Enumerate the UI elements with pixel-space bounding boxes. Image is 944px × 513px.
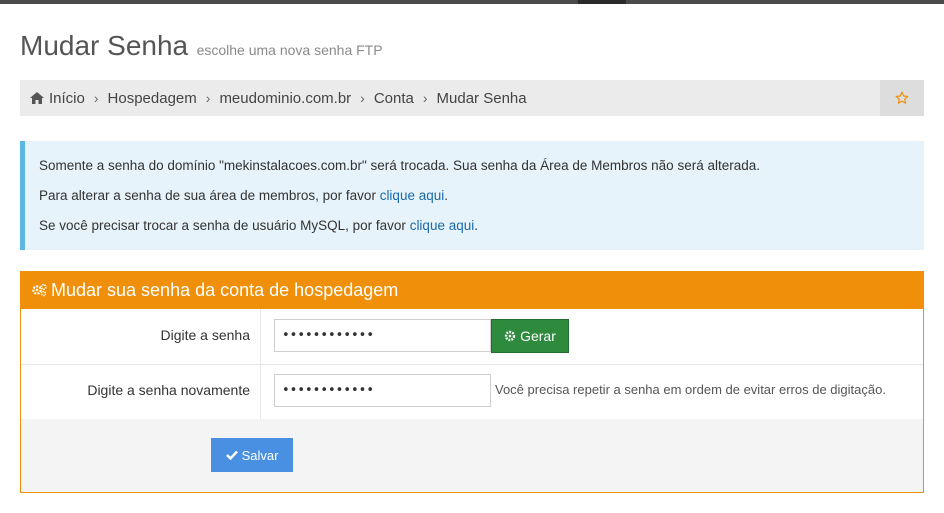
breadcrumb-domain[interactable]: meudominio.com.br [219,90,351,107]
chevron-right-icon: › [93,90,99,106]
form-footer: Salvar [21,419,923,492]
confirm-password-label: Digite a senha novamente [21,364,261,419]
change-password-panel: Mudar sua senha da conta de hospedagem D… [20,271,924,493]
star-outline-icon [895,91,909,104]
breadcrumb-current: Mudar Senha [436,90,527,107]
confirm-help-text: Você precisa repetir a senha em ordem de… [495,382,886,397]
info-line-domain: Somente a senha do domínio "mekinstalaco… [39,158,760,173]
breadcrumb-account[interactable]: Conta [374,90,414,107]
cog-icon [504,330,516,342]
password-input[interactable] [274,319,491,352]
cogs-icon [32,283,47,297]
panel-title: Mudar sua senha da conta de hospedagem [51,280,399,300]
top-bar-marker [578,0,626,4]
info-text: Se você precisar trocar a senha de usuár… [39,218,410,233]
home-icon [30,92,44,104]
info-text: . [474,218,478,233]
chevron-right-icon: › [205,90,211,106]
members-password-link[interactable]: clique aqui [380,188,445,203]
chevron-right-icon: › [360,90,365,106]
breadcrumb-home[interactable]: Início [49,90,85,107]
breadcrumb-hosting[interactable]: Hospedagem [108,90,197,107]
page-subtitle: escolhe uma nova senha FTP [196,42,383,58]
confirm-password-input[interactable] [274,374,491,407]
panel-heading: Mudar sua senha da conta de hospedagem [21,272,923,309]
info-text: Para alterar a senha de sua área de memb… [39,188,380,203]
save-button[interactable]: Salvar [211,438,293,472]
check-icon [225,450,238,460]
breadcrumb-bar: Início › Hospedagem › meudominio.com.br › Cont… [20,80,924,116]
info-alert: Somente a senha do domínio "mekinstalaco… [20,141,924,250]
confirm-password-row: Digite a senha novamente Você precisa re… [21,364,923,420]
info-text: . [444,188,448,203]
breadcrumb: Início › Hospedagem › meudominio.com.br › Cont… [30,80,527,116]
favorite-button[interactable] [880,80,924,116]
mysql-password-link[interactable]: clique aqui [410,218,475,233]
password-label: Digite a senha [21,309,261,364]
info-line-mysql: Se você precisar trocar a senha de usuár… [39,218,478,233]
page-header: Mudar Senha escolhe uma nova senha FTP [20,30,383,62]
save-label: Salvar [241,447,279,463]
chevron-right-icon: › [422,90,428,106]
password-row: Digite a senha Gerar [21,309,923,365]
info-line-members: Para alterar a senha de sua área de memb… [39,188,448,203]
top-bar [0,0,944,4]
page-title: Mudar Senha [20,30,189,61]
generate-label: Gerar [520,328,556,344]
generate-button[interactable]: Gerar [491,319,569,353]
